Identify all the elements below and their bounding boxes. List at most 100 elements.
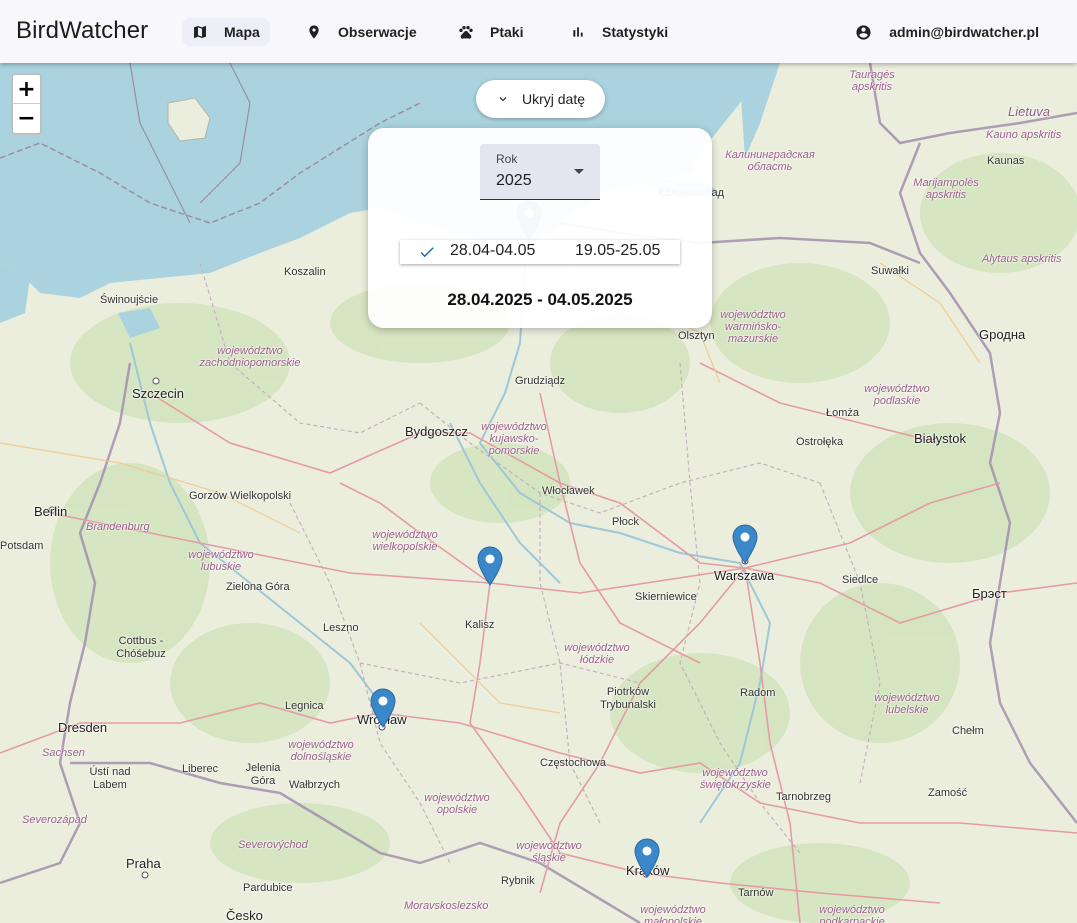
country-label: Česko [226,908,263,923]
map-label: Wałbrzych [289,779,340,791]
region-label: województwo zachodniopomorskie [199,345,301,369]
user-menu[interactable]: admin@birdwatcher.pl [855,18,1039,46]
region-label: Severozápad [22,814,87,826]
region-label: Tauragės apskritis [849,69,895,93]
region-label: województwo dolnośląskie [288,739,354,763]
country-label: Lietuva [1008,104,1050,119]
year-select-value: 2025 [496,172,532,189]
region-label: województwo podlaskie [864,383,930,407]
region-label: województwo wielkopolskie [372,529,438,553]
map-label: Potsdam [0,540,44,552]
map-icon [194,26,206,38]
hide-date-button[interactable]: Ukryj datę [476,80,605,118]
region-label: województwo lubelskie [874,692,940,716]
map-label: Liberec [182,763,219,775]
map-label: Gorzów Wielkopolski [189,490,292,502]
nav-item-statystyki[interactable]: Statystyki [560,18,678,46]
region-label: województwo opolskie [424,792,490,816]
map-label: Legnica [285,700,324,712]
region-label: województwo świętokrzyskie [700,767,771,791]
map-label: Bydgoszcz [405,424,468,439]
map-label: Gродна [979,327,1026,342]
dropdown-arrow-icon [574,169,584,174]
chevron-down-icon [499,97,507,102]
map-label: Chełm [952,725,984,737]
selected-range: 28.04.2025 - 04.05.2025 [447,290,633,309]
map-label: Tarnobrzeg [776,791,832,803]
region-label: województwo śląskie [516,840,582,864]
year-select-label: Rok [496,152,518,166]
user-email: admin@birdwatcher.pl [889,24,1039,40]
region-label: Severovýchod [238,839,308,851]
map-label: Tarnów [738,887,774,899]
date-filter-panel: Rok 2025 28.04-04.05 19.05-25.05 28.04.2… [368,128,712,328]
map-label: Berlin [34,504,68,519]
map-label: Kalisz [465,619,495,631]
map-marker-icon[interactable] [370,688,396,728]
map-marker-icon[interactable] [732,524,758,564]
location-pin-icon [309,25,319,39]
nav-item-ptaki[interactable]: Ptaki [448,18,533,46]
region-label: Alytaus apskritis [982,253,1062,265]
week-option-1[interactable]: 28.04-04.05 [420,242,536,260]
map-label: Piotrków Trybunalski [600,686,656,711]
map-label: Jelenia Góra [245,762,281,787]
region-label: Sachsen [42,747,85,759]
hide-date-label: Ukryj datę [521,91,586,107]
app-header: BirdWatcher Mapa Obserwacje Ptaki Statys… [0,0,1077,63]
region-label: województwo lubuskie [188,549,254,573]
nav-item-obserwacje[interactable]: Obserwacje [296,18,427,46]
map-label: Olsztyn [678,330,715,342]
week-option-2[interactable]: 19.05-25.05 [575,242,660,260]
check-icon [420,247,434,258]
region-label: województwo podkarpackie [819,904,885,923]
region-label: Marijampolės apskritis [913,177,979,201]
zoom-out-button[interactable]: − [13,104,40,133]
map-label: Włocławek [542,485,595,497]
region-label: województwo łódzkie [564,642,630,666]
nav-item-mapa[interactable]: Mapa [182,18,270,46]
map-label: Skierniewice [635,591,697,603]
map-label: Płock [612,516,639,528]
map-marker-icon[interactable] [634,838,660,878]
paw-icon [459,26,473,39]
nav-item-label: Mapa [224,24,260,40]
region-label: województwo warmińsko-mazurskie [720,309,786,345]
app-title[interactable]: BirdWatcher [16,17,148,45]
map-label: Pardubice [243,882,293,894]
map-label: Łomża [826,407,860,419]
map-label: Ostrołęka [796,436,844,448]
map-label: Grudziądz [515,375,566,387]
map-label: Koszalin [284,266,326,278]
map-label: Leszno [323,622,359,634]
nav-item-label: Statystyki [602,24,669,40]
bar-chart-icon [573,27,583,37]
region-label: województwo kujawsko-pomorskie [481,421,547,457]
nav-item-label: Ptaki [490,24,524,40]
map-label: Radom [740,687,776,699]
map-label: Siedlce [842,574,879,586]
nav-item-label: Obserwacje [338,24,417,40]
region-label: Brandenburg [86,521,150,533]
map-label: Dresden [58,720,108,735]
week-option-label: 28.04-04.05 [450,242,536,259]
map-label: Брэст [972,586,1007,601]
year-select[interactable]: Rok 2025 [480,144,600,200]
map-label: Białystok [914,431,967,446]
map-label: Świnoujście [100,294,159,306]
map-label: Rybnik [501,875,535,887]
map-label: Suwałki [871,265,909,277]
region-label: województwo małopolskie [640,904,706,923]
map-label: Praha [126,856,161,871]
map-label: Zielona Góra [226,581,290,593]
map-marker-icon[interactable] [477,546,503,586]
region-label: Kauno apskritis [986,129,1062,141]
zoom-in-button[interactable]: + [13,75,40,104]
region-label: Moravskoslezsko [404,900,489,912]
map-label: Częstochowa [540,757,607,769]
week-option-label: 19.05-25.05 [575,242,661,259]
map-label: Cottbus - Chóśebuz [116,635,166,660]
map-label: Zamość [928,787,968,799]
week-toggle-group: 28.04-04.05 19.05-25.05 [400,240,680,264]
map-label: Kaunas [987,155,1025,167]
